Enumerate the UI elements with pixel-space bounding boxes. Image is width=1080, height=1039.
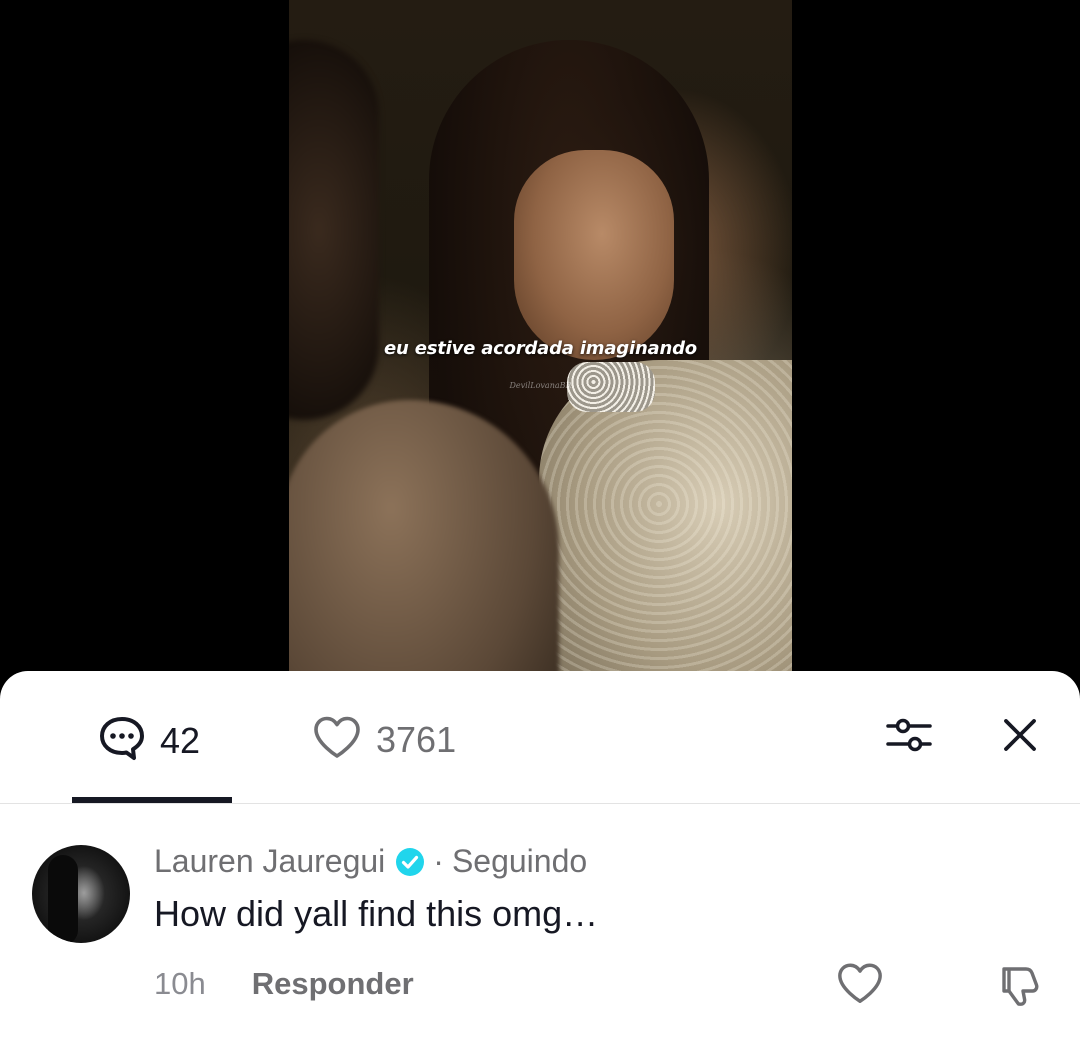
comment-item: Lauren Jauregui · Seguindo How did yall … <box>0 671 1080 1039</box>
video-subject-blouse <box>539 360 792 700</box>
foreground-figure <box>289 40 379 420</box>
video-frame[interactable]: eu estive acordada imaginando DevilLovan… <box>289 0 792 700</box>
video-player[interactable]: eu estive acordada imaginando DevilLovan… <box>0 0 1080 700</box>
comment-dislike-button[interactable] <box>996 961 1044 1009</box>
comment-text: How did yall find this omg… <box>154 893 599 934</box>
separator-dot: · <box>433 843 444 879</box>
reply-button[interactable]: Responder <box>252 966 414 1002</box>
thumbs-down-icon <box>996 967 1044 1013</box>
video-watermark: DevilLovanaBR <box>509 381 572 390</box>
video-caption: eu estive acordada imaginando <box>384 338 697 359</box>
follow-status: Seguindo <box>451 843 588 879</box>
heart-icon <box>836 963 884 1009</box>
avatar-hair <box>48 855 78 943</box>
avatar[interactable] <box>32 845 130 943</box>
comment-header: Lauren Jauregui · Seguindo <box>154 843 587 880</box>
verified-badge-icon <box>395 847 425 877</box>
comment-time: 10h <box>154 966 206 1001</box>
video-subject-face <box>514 150 674 360</box>
comment-author[interactable]: Lauren Jauregui <box>154 843 385 880</box>
comment-meta: 10h Responder <box>154 966 414 1002</box>
comment-like-button[interactable] <box>836 961 884 1005</box>
screen: eu estive acordada imaginando DevilLovan… <box>0 0 1080 1039</box>
